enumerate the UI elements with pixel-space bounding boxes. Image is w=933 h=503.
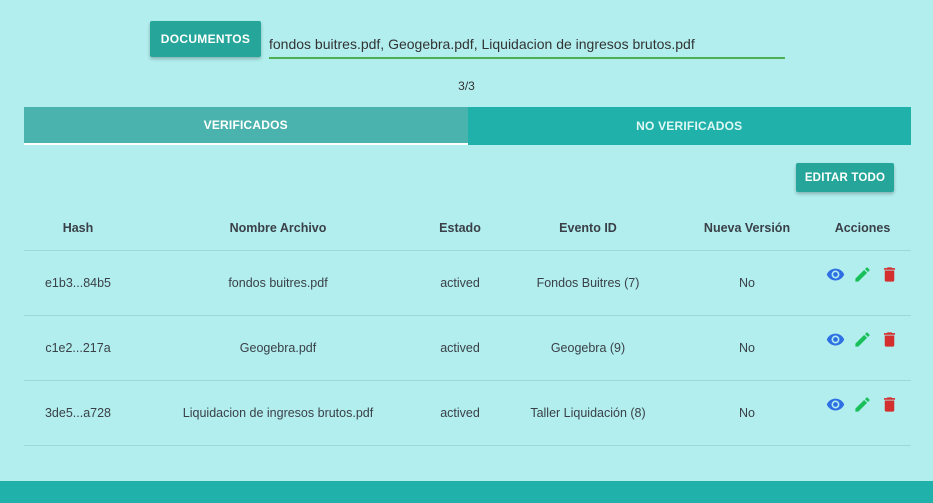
cell-file-name: Liquidacion de ingresos brutos.pdf — [132, 380, 424, 446]
pencil-icon[interactable] — [853, 395, 872, 414]
table-row: c1e2...217a Geogebra.pdf actived Geogebr… — [24, 315, 911, 381]
cell-event-id: Geogebra (9) — [496, 315, 680, 381]
selected-files-field[interactable] — [269, 26, 785, 59]
cell-status: actived — [424, 250, 496, 316]
cell-actions — [814, 250, 911, 316]
cell-event-id: Taller Liquidación (8) — [496, 380, 680, 446]
table-header-row: Hash Nombre Archivo Estado Evento ID Nue… — [24, 207, 911, 251]
cell-actions — [814, 380, 911, 446]
header-hash: Hash — [24, 207, 132, 251]
header-file-name: Nombre Archivo — [132, 207, 424, 251]
eye-icon[interactable] — [826, 330, 845, 349]
table-row: 3de5...a728 Liquidacion de ingresos brut… — [24, 380, 911, 446]
cell-file-name: Geogebra.pdf — [132, 315, 424, 381]
cell-hash: e1b3...84b5 — [24, 250, 132, 316]
cell-hash: c1e2...217a — [24, 315, 132, 381]
footer-bar — [0, 481, 933, 503]
documents-upload-button[interactable]: DOCUMENTOS — [150, 21, 261, 57]
pencil-icon[interactable] — [853, 265, 872, 284]
verification-tabs: VERIFICADOS NO VERIFICADOS — [24, 107, 911, 145]
cell-new-version: No — [680, 315, 814, 381]
cell-new-version: No — [680, 250, 814, 316]
trash-icon[interactable] — [880, 330, 899, 349]
cell-file-name: fondos buitres.pdf — [132, 250, 424, 316]
header-event-id: Evento ID — [496, 207, 680, 251]
documents-table: Hash Nombre Archivo Estado Evento ID Nue… — [24, 207, 911, 446]
cell-event-id: Fondos Buitres (7) — [496, 250, 680, 316]
cell-new-version: No — [680, 380, 814, 446]
header-status: Estado — [424, 207, 496, 251]
header-new-version: Nueva Versión — [680, 207, 814, 251]
eye-icon[interactable] — [826, 395, 845, 414]
page-counter: 3/3 — [458, 79, 475, 93]
cell-status: actived — [424, 315, 496, 381]
edit-all-button[interactable]: EDITAR TODO — [796, 163, 894, 192]
pencil-icon[interactable] — [853, 330, 872, 349]
trash-icon[interactable] — [880, 395, 899, 414]
header-actions: Acciones — [814, 207, 911, 251]
cell-actions — [814, 315, 911, 381]
table-row: e1b3...84b5 fondos buitres.pdf actived F… — [24, 250, 911, 316]
cell-hash: 3de5...a728 — [24, 380, 132, 446]
trash-icon[interactable] — [880, 265, 899, 284]
tab-not-verified[interactable]: NO VERIFICADOS — [467, 107, 911, 145]
cell-status: actived — [424, 380, 496, 446]
eye-icon[interactable] — [826, 265, 845, 284]
tab-verified[interactable]: VERIFICADOS — [24, 107, 468, 145]
